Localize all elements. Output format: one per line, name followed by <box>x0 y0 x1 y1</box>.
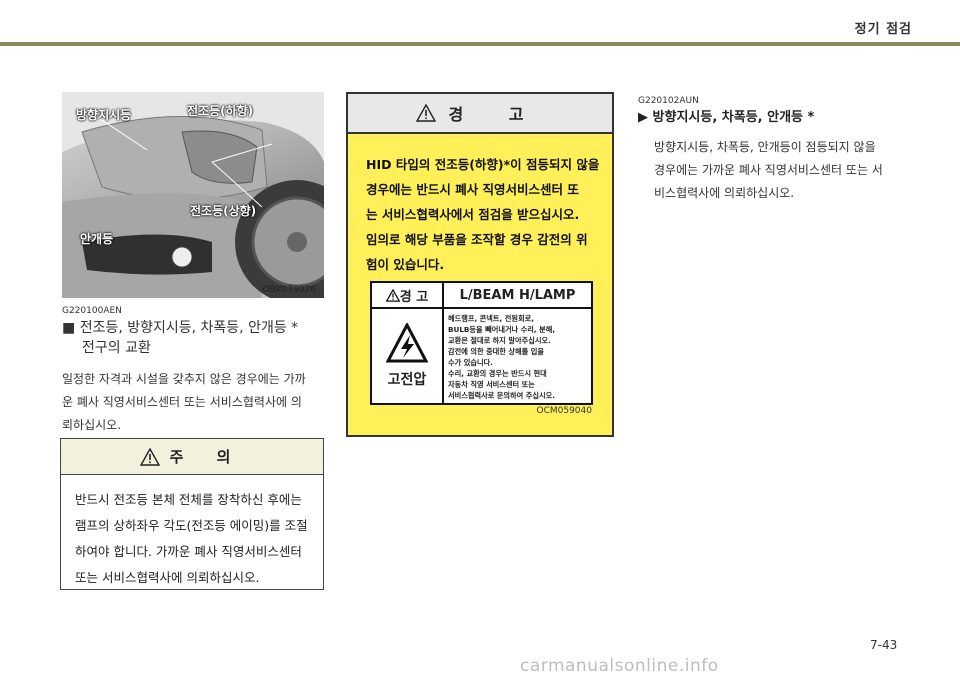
warning-body: HID 타입의 전조등(하향)*이 점등되지 않을 경우에는 반드시 폐사 직영… <box>348 134 612 277</box>
caution-line: 반드시 전조등 본체 전체를 장착하신 후에는 <box>75 492 302 507</box>
body-line: 비스협력사에 의뢰하십시오. <box>654 186 795 200</box>
label-line: BULB등을 빼어내거나 수리, 분해, <box>448 325 556 334</box>
section-code: G220100AEN <box>62 306 122 316</box>
body-line: 방향지시등, 차폭등, 안개등이 점등되지 않을 <box>654 140 876 154</box>
caution-line: 램프의 상하좌우 각도(전조등 에이밍)를 조절 <box>75 518 308 533</box>
label-line: 교환은 절대로 하지 말아주십시오. <box>448 336 551 345</box>
body-line: 경우에는 가까운 폐사 직영서비스센터 또는 서 <box>654 163 883 177</box>
page-header: 정기 점검 <box>0 0 960 46</box>
chapter-title: 정기 점검 <box>854 22 912 37</box>
label-header: 경 고 L/BEAM H/LAMP <box>372 283 591 309</box>
caution-line: 하여야 합니다. 가까운 폐사 직영서비스센터 <box>75 544 302 559</box>
label-line: 서비스협력사로 문의하여 주십시오. <box>448 391 555 400</box>
label-line: 수리, 교환의 경우는 반드시 현대 <box>448 369 547 378</box>
warning-line: 임의로 해당 부품을 조작할 경우 감전의 위 <box>366 232 588 247</box>
body-line: 운 폐사 직영서비스센터 또는 서비스협력사에 의 <box>62 395 302 409</box>
right-section-code: G220102AUN <box>638 96 699 106</box>
right-section-title: ▶ 방향지시등, 차폭등, 안개등 * <box>638 110 815 125</box>
caution-header: 주 의 <box>61 439 323 475</box>
label-line: 자동차 직영 서비스센터 또는 <box>448 380 535 389</box>
section-heading: ■ 전조등, 방향지시등, 차폭등, 안개등 * 전구의 교환 <box>62 318 298 358</box>
warning-triangle-icon <box>385 288 400 302</box>
warning-line: HID 타입의 전조등(하향)*이 점등되지 않을 <box>366 157 600 172</box>
warning-line: 경우에는 반드시 폐사 직영서비스센터 또 <box>366 182 579 197</box>
section-body: 일정한 자격과 시설을 갖추지 않은 경우에는 가까 운 폐사 직영서비스센터 … <box>62 368 326 437</box>
high-voltage-text: 고전압 <box>387 372 427 388</box>
headlamp-photo: 방향지시등 전조등(하향) 전조등(상향) 안개등 OBK079026 <box>62 92 324 298</box>
label-line: 감전에 의한 중대한 상해를 입을 <box>448 347 544 356</box>
page-number: 7-43 <box>870 638 898 652</box>
warning-header: 경 고 <box>348 94 612 134</box>
hid-warning-label: 경 고 L/BEAM H/LAMP 고전압 헤드램프, 콘넥트, 전원회로, B… <box>370 281 593 405</box>
right-section-body: 방향지시등, 차폭등, 안개등이 점등되지 않을 경우에는 가까운 폐사 직영서… <box>654 136 904 205</box>
callout-fog-lamp: 안개등 <box>80 232 114 246</box>
watermark: carmanualsonline.info <box>520 656 719 676</box>
section-title-line2: 전구의 교환 <box>82 340 151 356</box>
label-warning-text: 경 고 <box>399 289 429 305</box>
body-line: 뢰하십시오. <box>62 418 122 432</box>
label-instructions: 헤드램프, 콘넥트, 전원회로, BULB등을 빼어내거나 수리, 분해, 교환… <box>448 313 585 401</box>
caution-title: 주 의 <box>169 448 245 466</box>
label-high-voltage-panel: 고전압 <box>372 309 444 403</box>
photo-code: OBK079026 <box>262 285 316 295</box>
section-title-line1: 전조등, 방향지시등, 차폭등, 안개등 * <box>79 320 299 336</box>
header-rule <box>0 42 960 46</box>
caution-body: 반드시 전조등 본체 전체를 장착하신 후에는 램프의 상하좌우 각도(전조등 … <box>61 475 323 591</box>
warning-triangle-icon <box>139 447 160 466</box>
warning-line: 는 서비스협력사에서 점검을 받으십시오. <box>366 207 580 222</box>
callout-low-beam: 전조등(하향) <box>187 104 254 118</box>
callout-high-beam: 전조등(상향) <box>190 204 257 218</box>
label-line: 수가 있습니다. <box>448 358 493 367</box>
warning-triangle-icon <box>416 104 437 122</box>
label-code: OCM059040 <box>536 406 593 416</box>
body-line: 일정한 자격과 시설을 갖추지 않은 경우에는 가까 <box>62 372 306 386</box>
bullet-icon: ■ <box>62 320 76 336</box>
label-line: 헤드램프, 콘넥트, 전원회로, <box>448 314 534 323</box>
high-voltage-icon <box>386 323 428 363</box>
caution-box: 주 의 반드시 전조등 본체 전체를 장착하신 후에는 램프의 상하좌우 각도(… <box>60 438 324 590</box>
warning-box: 경 고 HID 타입의 전조등(하향)*이 점등되지 않을 경우에는 반드시 폐… <box>346 92 614 437</box>
warning-title: 경 고 <box>448 105 544 124</box>
warning-line: 험이 있습니다. <box>366 257 445 272</box>
callout-turn-signal: 방향지시등 <box>76 108 132 122</box>
label-header-left: 경 고 <box>372 283 444 307</box>
label-beam-text: L/BEAM H/LAMP <box>459 287 576 303</box>
caution-line: 또는 서비스협력사에 의뢰하십시오. <box>75 570 260 585</box>
